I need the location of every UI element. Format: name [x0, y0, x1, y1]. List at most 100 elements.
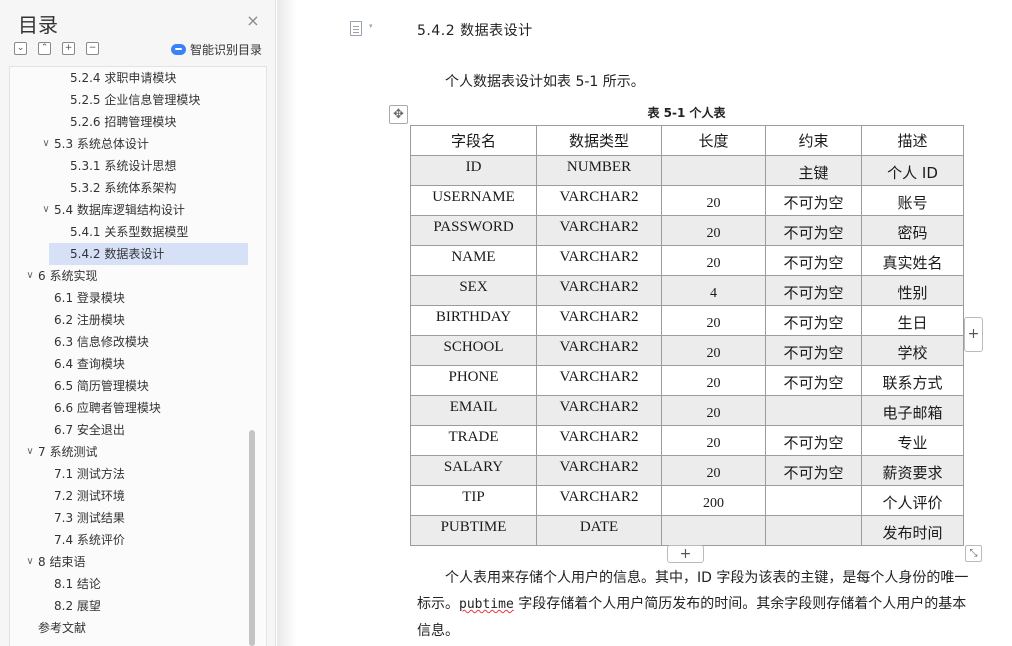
- table-cell[interactable]: 不可为空: [765, 425, 862, 456]
- collapse-all-icon[interactable]: ⌃: [38, 42, 51, 55]
- table-cell[interactable]: 主键: [765, 155, 862, 186]
- toc-item[interactable]: 6.3 信息修改模块: [10, 331, 258, 353]
- table-cell[interactable]: 性别: [861, 275, 964, 306]
- table-cell[interactable]: [765, 515, 862, 546]
- table-cell[interactable]: USERNAME: [410, 185, 537, 216]
- table-cell[interactable]: EMAIL: [410, 395, 537, 426]
- table-cell[interactable]: VARCHAR2: [536, 455, 662, 486]
- chevron-down-icon[interactable]: ∨: [24, 441, 36, 463]
- toc-item[interactable]: 7.3 测试结果: [10, 507, 258, 529]
- toc-item[interactable]: 6.4 查询模块: [10, 353, 258, 375]
- table-cell[interactable]: 20: [661, 185, 766, 216]
- table-cell[interactable]: 不可为空: [765, 275, 862, 306]
- toc-item[interactable]: 7.2 测试环境: [10, 485, 258, 507]
- table-cell[interactable]: 20: [661, 245, 766, 276]
- chevron-down-icon[interactable]: ∨: [24, 551, 36, 573]
- add-column-button[interactable]: +: [964, 317, 983, 352]
- toc-scrollbar[interactable]: [249, 430, 255, 646]
- table-cell[interactable]: TRADE: [410, 425, 537, 456]
- toc-item[interactable]: 5.3.1 系统设计思想: [10, 155, 258, 177]
- table-cell[interactable]: 个人 ID: [861, 155, 964, 186]
- toc-item[interactable]: 6.1 登录模块: [10, 287, 258, 309]
- table-cell[interactable]: 学校: [861, 335, 964, 366]
- table-cell[interactable]: 不可为空: [765, 365, 862, 396]
- table-cell[interactable]: 账号: [861, 185, 964, 216]
- table-cell[interactable]: SALARY: [410, 455, 537, 486]
- table-cell[interactable]: [661, 155, 766, 186]
- toc-item[interactable]: 7.1 测试方法: [10, 463, 258, 485]
- toc-item[interactable]: 5.4.2 数据表设计: [49, 243, 248, 265]
- add-row-button[interactable]: +: [667, 545, 704, 563]
- table-cell[interactable]: [765, 395, 862, 426]
- table-cell[interactable]: VARCHAR2: [536, 215, 662, 246]
- toc-item[interactable]: ∨ 8 结束语: [10, 551, 258, 573]
- table-cell[interactable]: NAME: [410, 245, 537, 276]
- close-icon[interactable]: ×: [244, 12, 262, 30]
- toc-item[interactable]: ∨ 5.4 数据库逻辑结构设计: [10, 199, 258, 221]
- toc-item[interactable]: 5.2.6 招聘管理模块: [10, 111, 258, 133]
- table-cell[interactable]: SCHOOL: [410, 335, 537, 366]
- toc-item[interactable]: 5.2.5 企业信息管理模块: [10, 89, 258, 111]
- toc-item[interactable]: ∨ 5.3 系统总体设计: [10, 133, 258, 155]
- table-cell[interactable]: TIP: [410, 485, 537, 516]
- table-move-icon[interactable]: ✥: [389, 105, 408, 124]
- expand-all-icon[interactable]: ⌄: [14, 42, 27, 55]
- table-cell[interactable]: 密码: [861, 215, 964, 246]
- table-cell[interactable]: VARCHAR2: [536, 335, 662, 366]
- table-cell[interactable]: 20: [661, 365, 766, 396]
- table-resize-icon[interactable]: ⤡: [965, 545, 982, 562]
- chevron-down-icon[interactable]: ∨: [40, 133, 52, 155]
- table-cell[interactable]: PASSWORD: [410, 215, 537, 246]
- table-cell[interactable]: VARCHAR2: [536, 275, 662, 306]
- chevron-down-icon[interactable]: ▾: [369, 22, 373, 30]
- document-icon[interactable]: [350, 21, 362, 36]
- table-cell[interactable]: VARCHAR2: [536, 485, 662, 516]
- toc-item[interactable]: 参考文献: [10, 617, 258, 639]
- table-cell[interactable]: DATE: [536, 515, 662, 546]
- toc-item[interactable]: ∨ 6 系统实现: [10, 265, 258, 287]
- table-cell[interactable]: NUMBER: [536, 155, 662, 186]
- table-cell[interactable]: 专业: [861, 425, 964, 456]
- table-cell[interactable]: 不可为空: [765, 305, 862, 336]
- table-cell[interactable]: PUBTIME: [410, 515, 537, 546]
- table-cell[interactable]: 不可为空: [765, 455, 862, 486]
- table-cell[interactable]: 个人评价: [861, 485, 964, 516]
- toc-item[interactable]: 8.1 结论: [10, 573, 258, 595]
- table-cell[interactable]: ID: [410, 155, 537, 186]
- table-cell[interactable]: VARCHAR2: [536, 305, 662, 336]
- table-cell[interactable]: [661, 515, 766, 546]
- toc-item[interactable]: 6.2 注册模块: [10, 309, 258, 331]
- toc-item[interactable]: 6.6 应聘者管理模块: [10, 397, 258, 419]
- table-cell[interactable]: 不可为空: [765, 185, 862, 216]
- table-cell[interactable]: 电子邮箱: [861, 395, 964, 426]
- table-cell[interactable]: 联系方式: [861, 365, 964, 396]
- remove-heading-icon[interactable]: −: [86, 42, 99, 55]
- toc-item[interactable]: 8.2 展望: [10, 595, 258, 617]
- table-cell[interactable]: 生日: [861, 305, 964, 336]
- table-cell[interactable]: 4: [661, 275, 766, 306]
- chevron-down-icon[interactable]: ∨: [24, 265, 36, 287]
- table-cell[interactable]: SEX: [410, 275, 537, 306]
- table-cell[interactable]: VARCHAR2: [536, 185, 662, 216]
- table-cell[interactable]: 20: [661, 395, 766, 426]
- table-cell[interactable]: [765, 485, 862, 516]
- table-cell[interactable]: VARCHAR2: [536, 395, 662, 426]
- table-cell[interactable]: 不可为空: [765, 215, 862, 246]
- table-cell[interactable]: BIRTHDAY: [410, 305, 537, 336]
- table-cell[interactable]: 200: [661, 485, 766, 516]
- toc-item[interactable]: ∨ 7 系统测试: [10, 441, 258, 463]
- table-cell[interactable]: 发布时间: [861, 515, 964, 546]
- table-cell[interactable]: 薪资要求: [861, 455, 964, 486]
- toc-item[interactable]: 5.2.4 求职申请模块: [10, 67, 258, 89]
- table-cell[interactable]: 真实姓名: [861, 245, 964, 276]
- toc-item[interactable]: 6.7 安全退出: [10, 419, 258, 441]
- table-cell[interactable]: 20: [661, 425, 766, 456]
- toc-item[interactable]: 6.5 简历管理模块: [10, 375, 258, 397]
- table-cell[interactable]: 20: [661, 215, 766, 246]
- table-cell[interactable]: 20: [661, 305, 766, 336]
- toc-item[interactable]: 5.4.1 关系型数据模型: [10, 221, 258, 243]
- table-cell[interactable]: 20: [661, 335, 766, 366]
- table-cell[interactable]: PHONE: [410, 365, 537, 396]
- table-cell[interactable]: VARCHAR2: [536, 245, 662, 276]
- toc-item[interactable]: 7.4 系统评价: [10, 529, 258, 551]
